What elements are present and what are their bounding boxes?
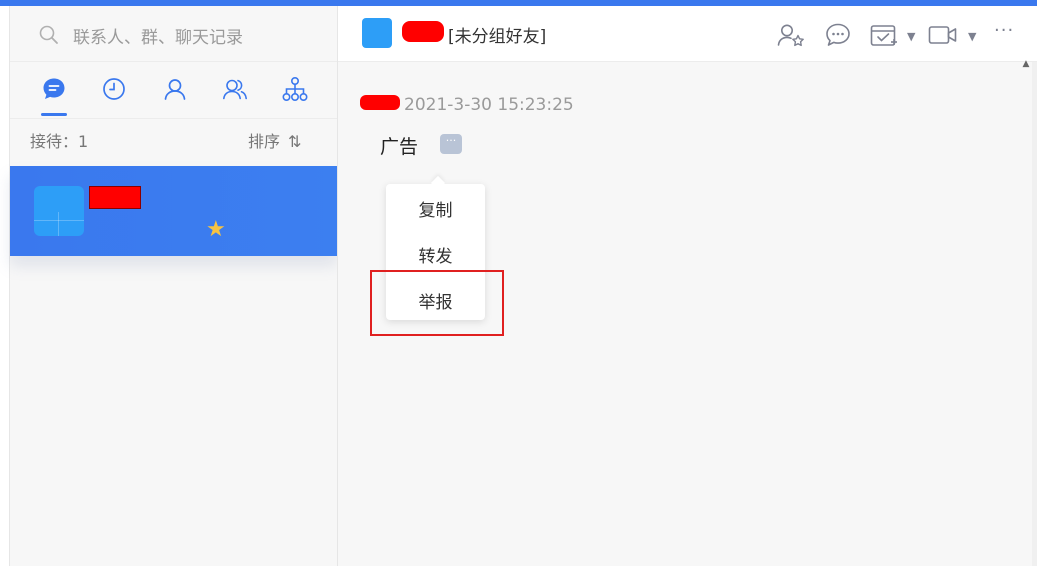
org-tree-icon xyxy=(282,76,308,101)
chat-scrollbar[interactable] xyxy=(1032,62,1037,566)
calendar-check-icon xyxy=(870,25,897,46)
redacted-contact-name xyxy=(402,21,444,42)
tab-organization[interactable] xyxy=(280,74,310,104)
star-icon: ★ xyxy=(206,217,226,242)
search-bar[interactable]: 联系人、群、聊天记录 xyxy=(10,6,337,62)
schedule-button[interactable] xyxy=(869,22,899,48)
redacted-sender-name xyxy=(360,95,400,110)
video-call-icon xyxy=(928,26,957,44)
chat-bubble-icon xyxy=(43,78,65,99)
tab-recent[interactable] xyxy=(99,74,129,104)
left-gutter xyxy=(0,6,10,566)
redacted-contact-name xyxy=(89,186,141,209)
scroll-top-arrow[interactable]: ▲ xyxy=(1020,58,1032,70)
reception-count: 接待：1 xyxy=(30,132,89,151)
list-divider xyxy=(10,118,337,119)
friend-group-label: [未分组好友] xyxy=(448,27,547,47)
message-text[interactable]: 广告 xyxy=(380,132,418,159)
chat-share-icon xyxy=(826,23,850,46)
video-dropdown-caret[interactable]: ▼ xyxy=(968,30,976,43)
search-icon xyxy=(39,25,58,44)
conversation-panel: 联系人、群、聊天记录 接待：1 排序 ⇅ ★ xyxy=(10,6,337,566)
share-chat-button[interactable] xyxy=(823,22,853,48)
add-friend-star-icon xyxy=(777,24,804,47)
message-timestamp: 2021-3-30 15:23:25 xyxy=(404,95,574,115)
avatar xyxy=(34,186,84,236)
report-highlight-box xyxy=(370,270,504,336)
add-friend-star-button[interactable] xyxy=(776,22,806,48)
more-icon[interactable]: ··· xyxy=(994,20,1014,41)
sort-button[interactable]: 排序 ⇅ xyxy=(248,128,301,152)
clock-icon xyxy=(103,78,125,100)
conversation-item[interactable]: ★ xyxy=(10,166,337,256)
menu-item-forward[interactable]: 转发 xyxy=(386,242,485,267)
sort-label: 排序 xyxy=(248,132,281,151)
tab-messages[interactable] xyxy=(39,74,69,104)
message-more-button[interactable]: ··· xyxy=(440,134,462,154)
search-input[interactable]: 联系人、群、聊天记录 xyxy=(73,23,243,48)
group-icon xyxy=(223,79,247,100)
chat-area: 2021-3-30 15:23:25 广告 ··· 复制 转发 举报 xyxy=(338,62,1032,566)
person-icon xyxy=(164,79,186,100)
contact-avatar[interactable] xyxy=(362,18,392,48)
chat-header: [未分组好友] ▼ ▼ ··· xyxy=(338,6,1037,62)
tab-groups[interactable] xyxy=(220,74,250,104)
menu-item-copy[interactable]: 复制 xyxy=(386,196,485,221)
schedule-dropdown-caret[interactable]: ▼ xyxy=(907,30,915,43)
tab-contacts[interactable] xyxy=(160,74,190,104)
active-tab-indicator xyxy=(41,113,67,116)
nav-tabs xyxy=(10,62,337,118)
sort-icon: ⇅ xyxy=(288,132,301,151)
video-call-button[interactable] xyxy=(928,22,958,48)
